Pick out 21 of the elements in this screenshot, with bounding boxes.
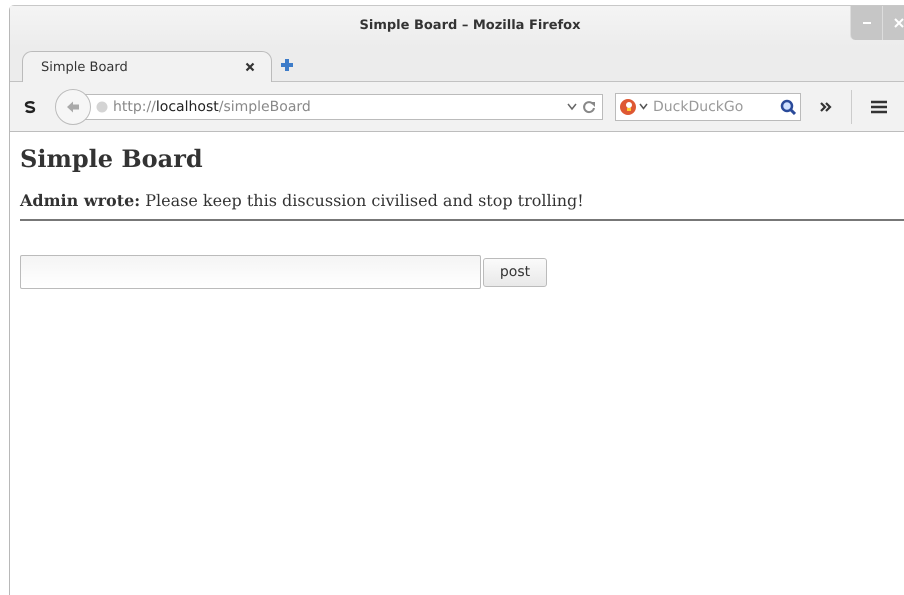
post-message: Admin wrote: Please keep this discussion civilised and stop trolling! (20, 191, 585, 210)
reload-icon[interactable] (582, 100, 596, 114)
chevron-icon[interactable] (819, 100, 833, 112)
close-icon[interactable] (245, 62, 255, 72)
address-bar[interactable]: http://localhost/simpleBoard (83, 94, 603, 120)
search-field[interactable]: DuckDuckGo (651, 98, 777, 114)
page-heading: Simple Board (20, 144, 204, 173)
menu-icon[interactable] (870, 100, 888, 114)
back-arrow-icon (65, 100, 81, 114)
post-button[interactable]: post (483, 258, 547, 286)
search-bar[interactable]: DuckDuckGo (615, 92, 801, 120)
dropdown-icon[interactable] (567, 102, 577, 110)
globe-icon (96, 100, 108, 112)
plus-icon[interactable] (280, 58, 294, 72)
minimize-icon (862, 22, 870, 24)
dropdown-icon[interactable] (639, 103, 648, 110)
message-input[interactable] (20, 255, 481, 289)
search-icon[interactable] (780, 98, 796, 114)
browser-tab[interactable]: Simple Board (22, 51, 272, 82)
close-icon (894, 18, 904, 28)
window-title: Simple Board – Mozilla Firefox (360, 18, 580, 33)
